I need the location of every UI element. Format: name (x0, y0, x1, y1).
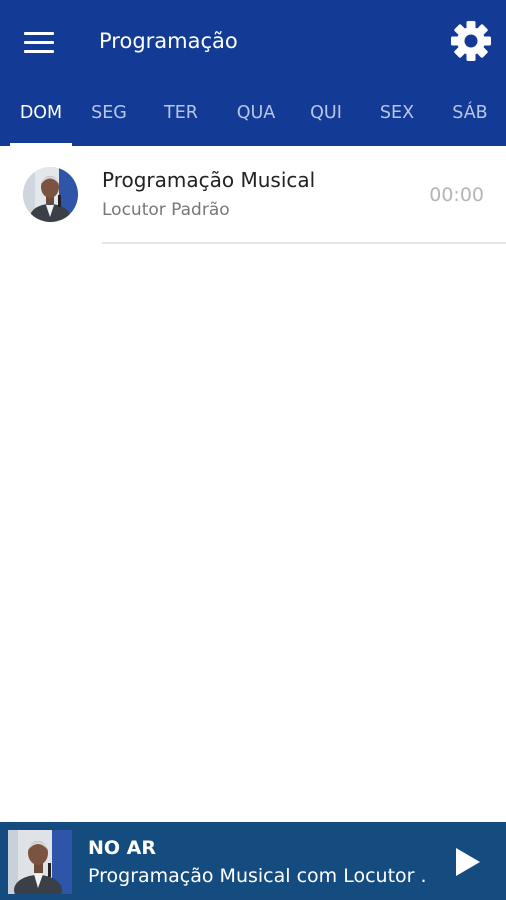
row-divider (102, 242, 506, 244)
on-air-label: NO AR (88, 837, 157, 859)
tab-ter[interactable]: TER (152, 92, 210, 146)
gear-icon[interactable] (448, 18, 494, 64)
tab-dom[interactable]: DOM (10, 92, 72, 147)
now-playing-bar[interactable]: NO AR Programação Musical com Locutor ..… (0, 822, 506, 900)
player-thumbnail (8, 830, 72, 894)
weekday-tabs: DOM SEG TER QUA QUI SEX SÁB (0, 92, 506, 147)
avatar (23, 167, 78, 222)
tab-qui[interactable]: QUI (298, 92, 354, 146)
tab-qua[interactable]: QUA (225, 92, 287, 146)
tab-sab[interactable]: SÁB (440, 92, 500, 146)
play-icon[interactable] (450, 842, 486, 882)
now-playing-title: Programação Musical com Locutor ... (88, 865, 428, 887)
page-title: Programação (99, 29, 238, 53)
tab-seg[interactable]: SEG (80, 92, 138, 146)
hamburger-menu-icon[interactable] (22, 28, 58, 56)
app-bar: Programação DOM SEG TER QUA QUI SEX SÁB (0, 0, 506, 147)
program-title: Programação Musical (102, 168, 316, 192)
program-host: Locutor Padrão (102, 200, 230, 220)
program-time: 00:00 (429, 184, 484, 206)
tab-sex[interactable]: SEX (368, 92, 426, 146)
list-item[interactable]: Programação Musical Locutor Padrão 00:00 (0, 146, 506, 244)
